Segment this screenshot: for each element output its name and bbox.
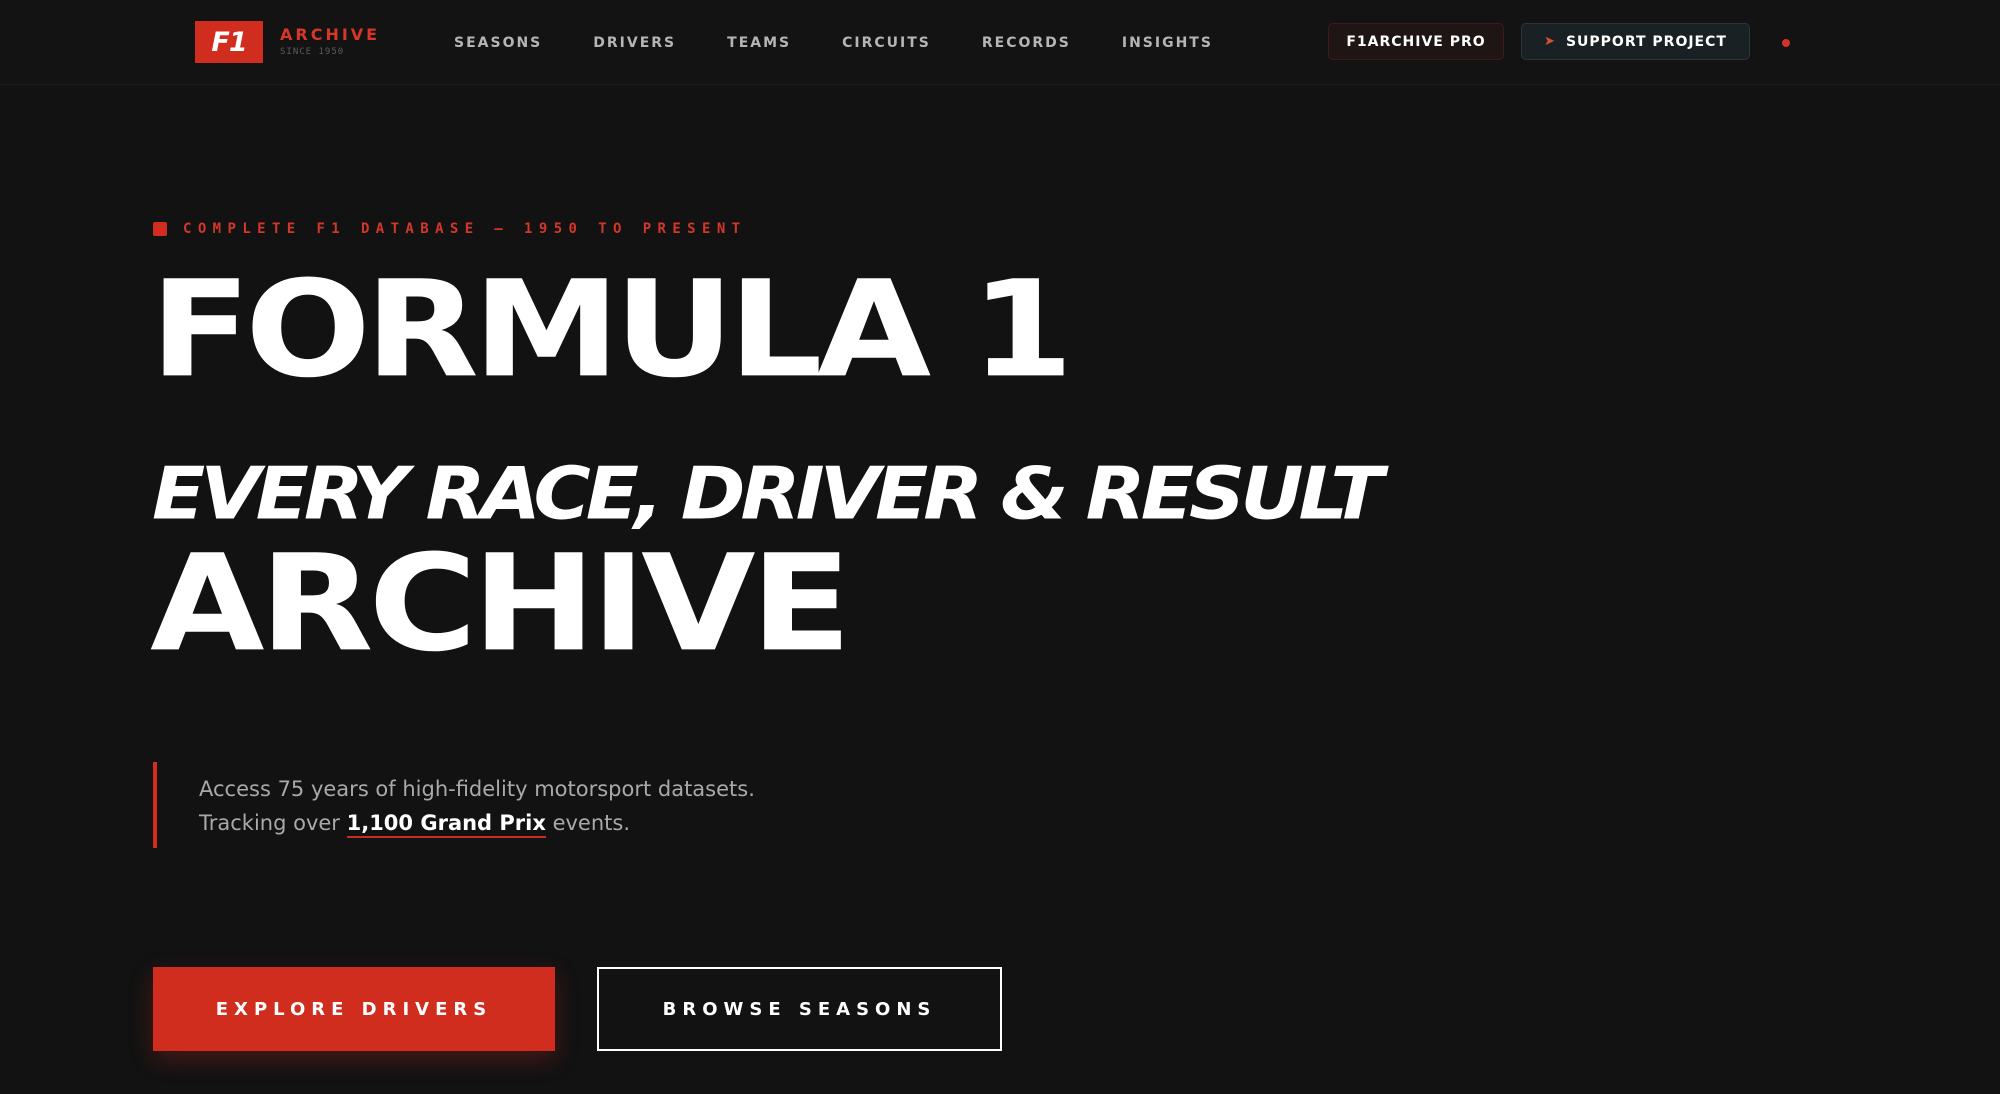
hero-title: FORMULA 1 (150, 252, 1074, 407)
main-nav: SEASONS DRIVERS TEAMS CIRCUITS RECORDS I… (454, 0, 1264, 85)
hero-description: Access 75 years of high-fidelity motorsp… (153, 762, 853, 848)
grand-prix-count: 1,100 Grand Prix (346, 811, 546, 838)
description-prefix: Tracking over (199, 811, 347, 835)
pro-button[interactable]: F1ARCHIVE PRO (1328, 23, 1504, 60)
hero-subtitle: EVERY RACE, DRIVER & RESULT (152, 453, 1384, 537)
description-line-1: Access 75 years of high-fidelity motorsp… (199, 777, 755, 801)
logo-mark: F1 (195, 21, 263, 63)
square-bullet-icon (153, 222, 167, 236)
logo-title: ARCHIVE (280, 25, 381, 44)
hero-title-archive: ARCHIVE (150, 526, 852, 681)
browse-seasons-button[interactable]: BROWSE SEASONS (597, 967, 1002, 1051)
explore-drivers-button[interactable]: EXPLORE DRIVERS (153, 967, 555, 1051)
nav-circuits[interactable]: CIRCUITS (842, 35, 931, 51)
description-line-2: Tracking over 1,100 Grand Prix events. (199, 806, 853, 840)
rocket-icon: ➤ (1544, 34, 1556, 49)
top-header: F1 ARCHIVE SINCE 1950 SEASONS DRIVERS TE… (0, 0, 2000, 85)
nav-drivers[interactable]: DRIVERS (593, 35, 676, 51)
nav-insights[interactable]: INSIGHTS (1122, 35, 1213, 51)
description-suffix: events. (545, 811, 631, 835)
support-project-label: SUPPORT PROJECT (1565, 33, 1727, 50)
nav-seasons[interactable]: SEASONS (454, 35, 542, 51)
logo-subtitle: SINCE 1950 (280, 47, 345, 57)
support-project-button[interactable]: ➤ SUPPORT PROJECT (1521, 23, 1750, 60)
eyebrow-text: COMPLETE F1 DATABASE — 1950 TO PRESENT (183, 221, 747, 237)
page: F1 ARCHIVE SINCE 1950 SEASONS DRIVERS TE… (0, 0, 2000, 1094)
site-logo[interactable]: F1 ARCHIVE SINCE 1950 (195, 21, 380, 63)
nav-teams[interactable]: TEAMS (727, 35, 791, 51)
logo-text: ARCHIVE SINCE 1950 (280, 26, 380, 58)
nav-records[interactable]: RECORDS (982, 35, 1071, 51)
status-dot-icon (1782, 39, 1790, 47)
hero-eyebrow: COMPLETE F1 DATABASE — 1950 TO PRESENT (153, 220, 747, 238)
